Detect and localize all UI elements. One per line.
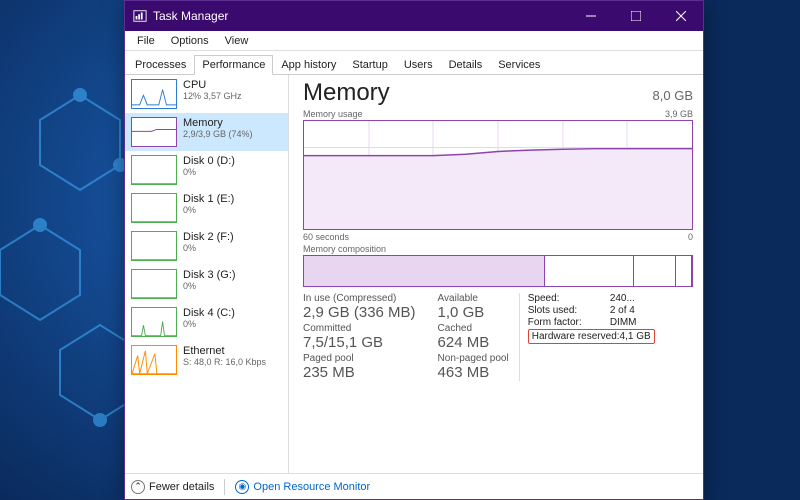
sparkline-icon — [131, 155, 177, 185]
titlebar[interactable]: Task Manager — [125, 1, 703, 31]
sidebar-item-label: Disk 3 (G:) — [183, 269, 236, 281]
xaxis-right: 0 — [688, 232, 693, 242]
usage-label: Memory usage — [303, 109, 363, 119]
committed-value: 7,5/15,1 GB — [303, 334, 416, 351]
tab-startup[interactable]: Startup — [344, 55, 395, 75]
sparkline-icon — [131, 79, 177, 109]
xaxis-left: 60 seconds — [303, 232, 349, 242]
composition-segment — [545, 256, 634, 286]
footer-divider — [224, 479, 225, 495]
nonpaged-label: Non-paged pool — [438, 353, 509, 364]
form-label: Form factor: — [528, 317, 600, 328]
paged-value: 235 MB — [303, 364, 416, 381]
sidebar-item-memory[interactable]: Memory2,9/3,9 GB (74%) — [125, 113, 288, 151]
composition-segment — [304, 256, 545, 286]
tab-performance[interactable]: Performance — [194, 55, 273, 75]
composition-segment — [676, 256, 692, 286]
tab-services[interactable]: Services — [490, 55, 548, 75]
open-resource-monitor-link[interactable]: Open Resource Monitor — [253, 481, 370, 493]
tab-users[interactable]: Users — [396, 55, 441, 75]
sidebar-item-sub: 0% — [183, 281, 236, 291]
sparkline-icon — [131, 307, 177, 337]
sidebar-item-sub: 0% — [183, 167, 235, 177]
menubar: File Options View — [125, 31, 703, 51]
available-value: 1,0 GB — [438, 304, 509, 321]
menu-view[interactable]: View — [217, 33, 257, 49]
collapse-icon[interactable]: ⌃ — [131, 480, 145, 494]
tab-app-history[interactable]: App history — [273, 55, 344, 75]
panel-title: Memory — [303, 79, 390, 107]
in-use-label: In use (Compressed) — [303, 293, 416, 304]
memory-composition-bar — [303, 255, 693, 287]
sidebar-item-sub: S: 48,0 R: 16,0 Kbps — [183, 357, 266, 367]
paged-label: Paged pool — [303, 353, 416, 364]
sidebar-item-disk-4-c-[interactable]: Disk 4 (C:)0% — [125, 303, 288, 341]
menu-options[interactable]: Options — [163, 33, 217, 49]
memory-total: 8,0 GB — [653, 88, 693, 103]
sidebar-item-sub: 2,9/3,9 GB (74%) — [183, 129, 253, 139]
composition-label: Memory composition — [303, 244, 386, 254]
close-button[interactable] — [658, 1, 703, 31]
in-use-value: 2,9 GB (336 MB) — [303, 304, 416, 321]
tab-processes[interactable]: Processes — [127, 55, 194, 75]
hardware-reserved-highlight: Hardware reserved: 4,1 GB — [528, 329, 655, 344]
sparkline-icon — [131, 193, 177, 223]
sidebar-item-sub: 0% — [183, 205, 234, 215]
window-title: Task Manager — [153, 9, 228, 23]
cached-value: 624 MB — [438, 334, 509, 351]
sidebar-item-label: Disk 1 (E:) — [183, 193, 234, 205]
cached-label: Cached — [438, 323, 509, 334]
memory-panel: Memory 8,0 GB Memory usage 3,9 GB 60 s — [289, 75, 703, 473]
sidebar-item-disk-1-e-[interactable]: Disk 1 (E:)0% — [125, 189, 288, 227]
minimize-button[interactable] — [568, 1, 613, 31]
sidebar-item-label: Disk 2 (F:) — [183, 231, 234, 243]
slots-value: 2 of 4 — [610, 305, 655, 316]
sidebar-item-sub: 12% 3,57 GHz — [183, 91, 242, 101]
sidebar-item-disk-0-d-[interactable]: Disk 0 (D:)0% — [125, 151, 288, 189]
form-value: DIMM — [610, 317, 655, 328]
sidebar-item-label: Disk 4 (C:) — [183, 307, 235, 319]
sidebar-item-ethernet[interactable]: EthernetS: 48,0 R: 16,0 Kbps — [125, 341, 288, 379]
slots-label: Slots used: — [528, 305, 600, 316]
sparkline-icon — [131, 231, 177, 261]
maximize-button[interactable] — [613, 1, 658, 31]
sparkline-icon — [131, 345, 177, 375]
memory-usage-chart — [303, 120, 693, 230]
sidebar-item-label: CPU — [183, 79, 242, 91]
sidebar-item-sub: 0% — [183, 243, 234, 253]
usage-max: 3,9 GB — [665, 109, 693, 119]
committed-label: Committed — [303, 323, 416, 334]
performance-sidebar: CPU12% 3,57 GHzMemory2,9/3,9 GB (74%)Dis… — [125, 75, 289, 473]
sparkline-icon — [131, 117, 177, 147]
speed-label: Speed: — [528, 293, 600, 304]
hw-reserved-label: Hardware reserved: — [532, 331, 620, 342]
sidebar-item-sub: 0% — [183, 319, 235, 329]
sidebar-item-label: Ethernet — [183, 345, 266, 357]
available-label: Available — [438, 293, 509, 304]
sparkline-icon — [131, 269, 177, 299]
sidebar-item-label: Disk 0 (D:) — [183, 155, 235, 167]
composition-segment — [634, 256, 677, 286]
sidebar-item-disk-2-f-[interactable]: Disk 2 (F:)0% — [125, 227, 288, 265]
sidebar-item-disk-3-g-[interactable]: Disk 3 (G:)0% — [125, 265, 288, 303]
speed-value: 240... — [610, 293, 655, 304]
fewer-details-link[interactable]: Fewer details — [149, 481, 214, 493]
task-manager-window: Task Manager File Options View Processes… — [124, 0, 704, 500]
app-icon — [133, 9, 147, 23]
tab-details[interactable]: Details — [441, 55, 491, 75]
footer: ⌃ Fewer details ◉ Open Resource Monitor — [125, 473, 703, 499]
nonpaged-value: 463 MB — [438, 364, 509, 381]
resource-monitor-icon[interactable]: ◉ — [235, 480, 249, 494]
hw-reserved-value: 4,1 GB — [620, 331, 651, 342]
sidebar-item-label: Memory — [183, 117, 253, 129]
menu-file[interactable]: File — [129, 33, 163, 49]
sidebar-item-cpu[interactable]: CPU12% 3,57 GHz — [125, 75, 288, 113]
tabs: Processes Performance App history Startu… — [125, 51, 703, 75]
